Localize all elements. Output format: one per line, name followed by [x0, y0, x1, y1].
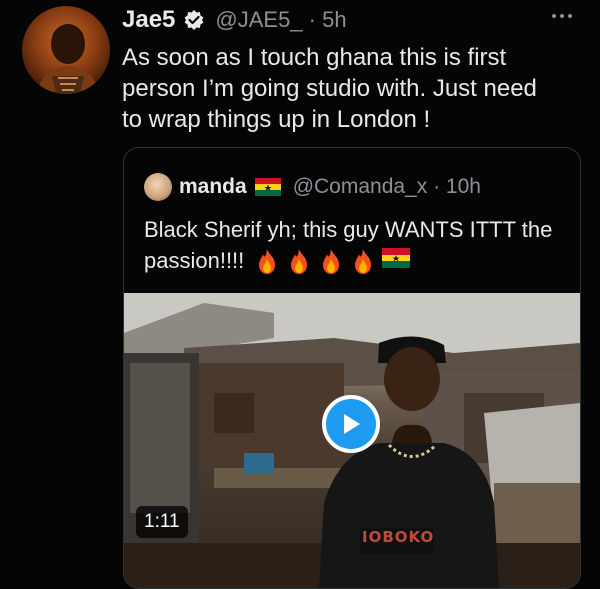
video-player[interactable]: IOBOKO 1:11	[124, 293, 580, 588]
emoji-row	[254, 248, 411, 276]
fire-icon	[323, 249, 340, 275]
quoted-tweet-header: manda @Comanda_x · 10h	[144, 173, 481, 201]
play-icon	[344, 414, 360, 434]
fire-icon	[259, 249, 276, 275]
verified-badge-icon	[184, 10, 204, 30]
quoted-tweet-text: Black Sherif yh; this guy WANTS ITTT the…	[144, 214, 564, 276]
tweet-header: Jae5 @JAE5_ · 5h	[122, 5, 347, 35]
ghana-flag-icon	[254, 178, 281, 196]
quoted-tweet[interactable]: manda @Comanda_x · 10h Black Sherif yh; …	[123, 147, 581, 589]
play-button[interactable]	[322, 395, 380, 453]
handle-and-time[interactable]: @JAE5_ · 5h	[215, 7, 346, 33]
display-name[interactable]: Jae5	[122, 6, 175, 34]
more-options-icon[interactable]	[547, 8, 577, 24]
shirt-text: IOBOKO	[362, 528, 435, 546]
tweet-text: As soon as I touch ghana this is first p…	[122, 44, 537, 133]
ghana-flag-icon	[382, 248, 411, 269]
video-duration: 1:11	[136, 506, 188, 538]
fire-icon	[355, 249, 372, 275]
quoted-author-avatar[interactable]	[144, 173, 172, 201]
quoted-display-name[interactable]: manda	[179, 175, 247, 199]
fire-icon	[291, 249, 308, 275]
author-avatar[interactable]	[22, 6, 110, 94]
quoted-handle-and-time[interactable]: @Comanda_x · 10h	[293, 175, 481, 199]
